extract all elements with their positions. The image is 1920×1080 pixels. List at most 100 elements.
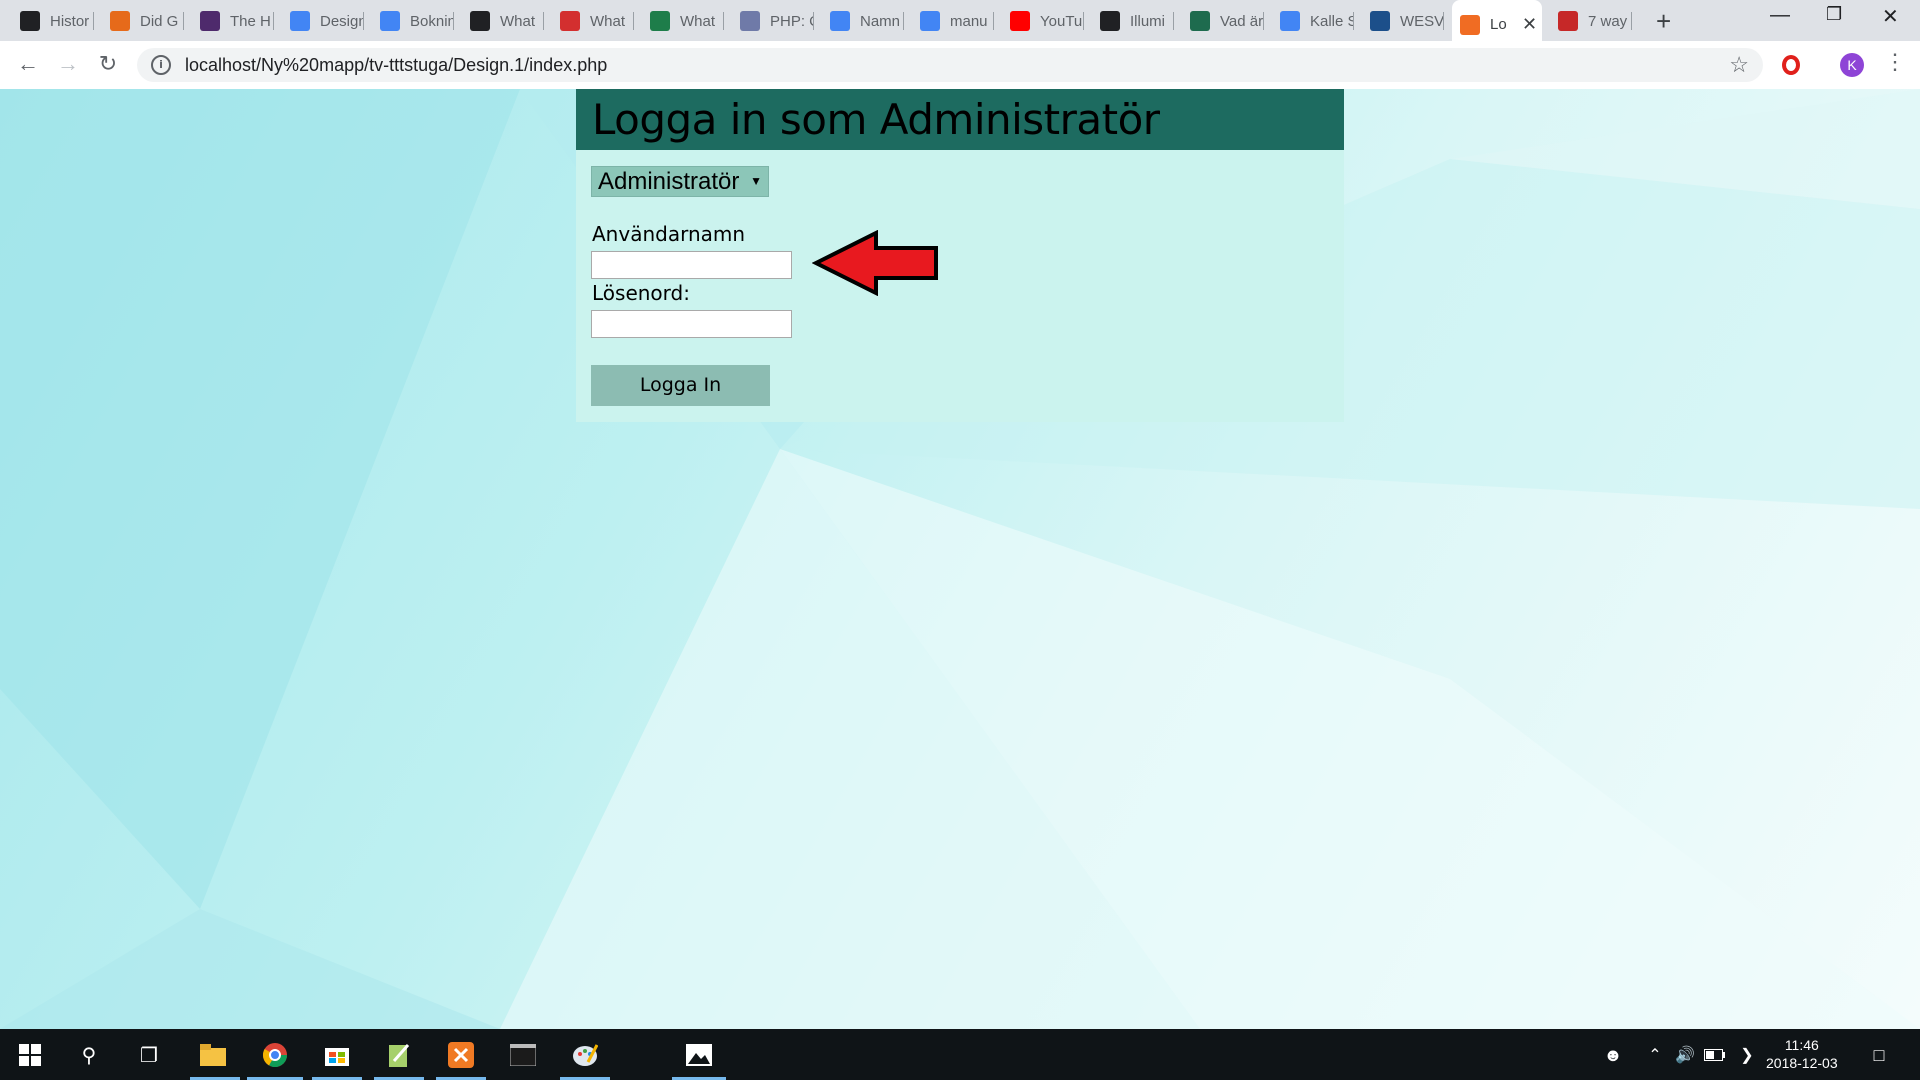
tab-separator <box>453 12 454 30</box>
tab-title: Kalle S <box>1310 12 1354 30</box>
browser-tab[interactable]: Boknin <box>372 8 454 34</box>
tab-title: Boknin <box>410 12 454 30</box>
browser-tab[interactable]: 7 way <box>1550 8 1632 34</box>
new-tab-button[interactable]: + <box>1656 6 1671 37</box>
browser-tab[interactable]: Design <box>282 8 364 34</box>
tab-title: Histor <box>50 12 90 30</box>
wikipedia-icon <box>1100 11 1120 31</box>
framed-e-icon <box>110 11 130 31</box>
browser-tab[interactable]: Illumi <box>1092 8 1174 34</box>
tab-separator <box>93 12 94 30</box>
tab-title: Illumi <box>1130 12 1166 30</box>
xampp-icon[interactable] <box>448 1042 474 1068</box>
docs-icon <box>380 11 400 31</box>
tab-separator <box>903 12 904 30</box>
tab-title: What <box>590 12 626 30</box>
store-icon[interactable] <box>324 1043 350 1067</box>
username-input[interactable] <box>591 251 792 279</box>
people-icon[interactable]: ☻ <box>1600 1043 1626 1067</box>
red-arrow-annotation <box>812 230 938 296</box>
task-view-icon[interactable]: ❐ <box>136 1043 162 1067</box>
browser-tab[interactable]: What <box>642 8 724 34</box>
reload-icon[interactable]: ↻ <box>94 51 122 77</box>
tab-active[interactable]: Lo ✕ <box>1452 0 1542 41</box>
windows-start-icon[interactable] <box>17 1043 43 1067</box>
tab-separator <box>1173 12 1174 30</box>
tab-title: manu <box>950 12 988 30</box>
tab-title: What <box>680 12 716 30</box>
tab-title: Lo <box>1490 16 1507 33</box>
browser-tab[interactable]: PHP: C <box>732 8 814 34</box>
forward-icon[interactable]: → <box>54 51 82 77</box>
clock-time: 11:46 <box>1784 1037 1819 1053</box>
tab-separator <box>183 12 184 30</box>
tab-title: Namn <box>860 12 901 30</box>
tab-title: YouTu <box>1040 12 1083 30</box>
login-button[interactable]: Logga In <box>591 365 770 406</box>
password-input[interactable] <box>591 310 792 338</box>
volume-icon[interactable]: 🔊 <box>1672 1043 1698 1067</box>
red-bird-icon <box>560 11 580 31</box>
browser-tab[interactable]: manu <box>912 8 994 34</box>
php-icon <box>740 11 760 31</box>
tab-title: 7 way <box>1588 12 1628 30</box>
browser-tab[interactable]: What <box>462 8 544 34</box>
restore-icon[interactable]: ❐ <box>1826 4 1842 25</box>
tab-strip: Histor Did G The H Design Boknin What What What… <box>0 0 1920 41</box>
docs-icon <box>830 11 850 31</box>
page-title: Logga in som Administratör <box>576 89 1344 150</box>
browser-tab[interactable]: Namn <box>822 8 904 34</box>
tab-separator <box>363 12 364 30</box>
taskbar: ⚲ ❐ ☻ ⌃ 🔊 ❯ 11:46 2018-12-03 □ <box>0 1029 1920 1080</box>
tab-separator <box>813 12 814 30</box>
wifi-icon[interactable]: ❯ <box>1734 1043 1760 1067</box>
tab-separator <box>1631 12 1632 30</box>
triangle-a-icon <box>470 11 490 31</box>
minimize-icon[interactable]: — <box>1770 4 1790 27</box>
clock-date: 2018-12-03 <box>1766 1055 1838 1071</box>
notepadpp-icon[interactable] <box>386 1043 412 1067</box>
file-explorer-icon[interactable] <box>200 1043 226 1067</box>
site-info-icon[interactable]: i <box>151 55 171 75</box>
profile-avatar[interactable]: K <box>1840 53 1864 77</box>
browser-tab[interactable]: What <box>552 8 634 34</box>
tab-title: Vad är <box>1220 12 1264 30</box>
wikipedia-icon <box>20 11 40 31</box>
tab-title: Design <box>320 12 364 30</box>
close-window-icon[interactable]: ✕ <box>1882 4 1899 29</box>
action-center-icon[interactable]: □ <box>1866 1043 1892 1067</box>
tab-title: Did G <box>140 12 179 30</box>
tab-separator <box>633 12 634 30</box>
docs-icon <box>920 11 940 31</box>
browser-menu-icon[interactable]: ⋮ <box>1884 49 1906 75</box>
person-card-icon <box>1370 11 1390 31</box>
xampp-icon <box>1460 14 1480 35</box>
browser-tab[interactable]: YouTu <box>1002 8 1084 34</box>
red-c-icon <box>1558 11 1578 31</box>
browser-tab[interactable]: WESV <box>1362 8 1444 34</box>
opera-extension-icon[interactable] <box>1782 55 1800 75</box>
tab-separator <box>1083 12 1084 30</box>
photos-icon[interactable] <box>686 1043 712 1067</box>
address-bar[interactable]: i localhost/Ny%20mapp/tv-tttstuga/Design… <box>137 48 1763 82</box>
browser-tab[interactable]: Vad är <box>1182 8 1264 34</box>
paint-icon[interactable] <box>572 1043 598 1067</box>
close-tab-icon[interactable]: ✕ <box>1522 14 1537 35</box>
youtube-icon <box>1010 11 1030 31</box>
search-icon[interactable]: ⚲ <box>76 1043 102 1067</box>
browser-tab[interactable]: Did G <box>102 8 184 34</box>
taskbar-clock[interactable]: 11:46 2018-12-03 <box>1766 1036 1838 1072</box>
browser-tab[interactable]: The H <box>192 8 274 34</box>
battery-icon[interactable] <box>1702 1043 1728 1067</box>
show-hidden-icons-chevron-icon[interactable]: ⌃ <box>1642 1043 1668 1067</box>
url-text[interactable]: localhost/Ny%20mapp/tv-tttstuga/Design.1… <box>185 55 607 76</box>
browser-tab[interactable]: Histor <box>12 8 94 34</box>
bookmark-star-icon[interactable]: ☆ <box>1729 52 1749 78</box>
back-icon[interactable]: ← <box>14 51 42 77</box>
browser-tab[interactable]: Kalle S <box>1272 8 1354 34</box>
terminal-icon[interactable] <box>510 1043 536 1067</box>
tab-separator <box>1263 12 1264 30</box>
tab-title: PHP: C <box>770 12 814 30</box>
role-select[interactable]: Administratör ▼ <box>591 166 769 197</box>
chrome-icon[interactable] <box>262 1043 288 1067</box>
